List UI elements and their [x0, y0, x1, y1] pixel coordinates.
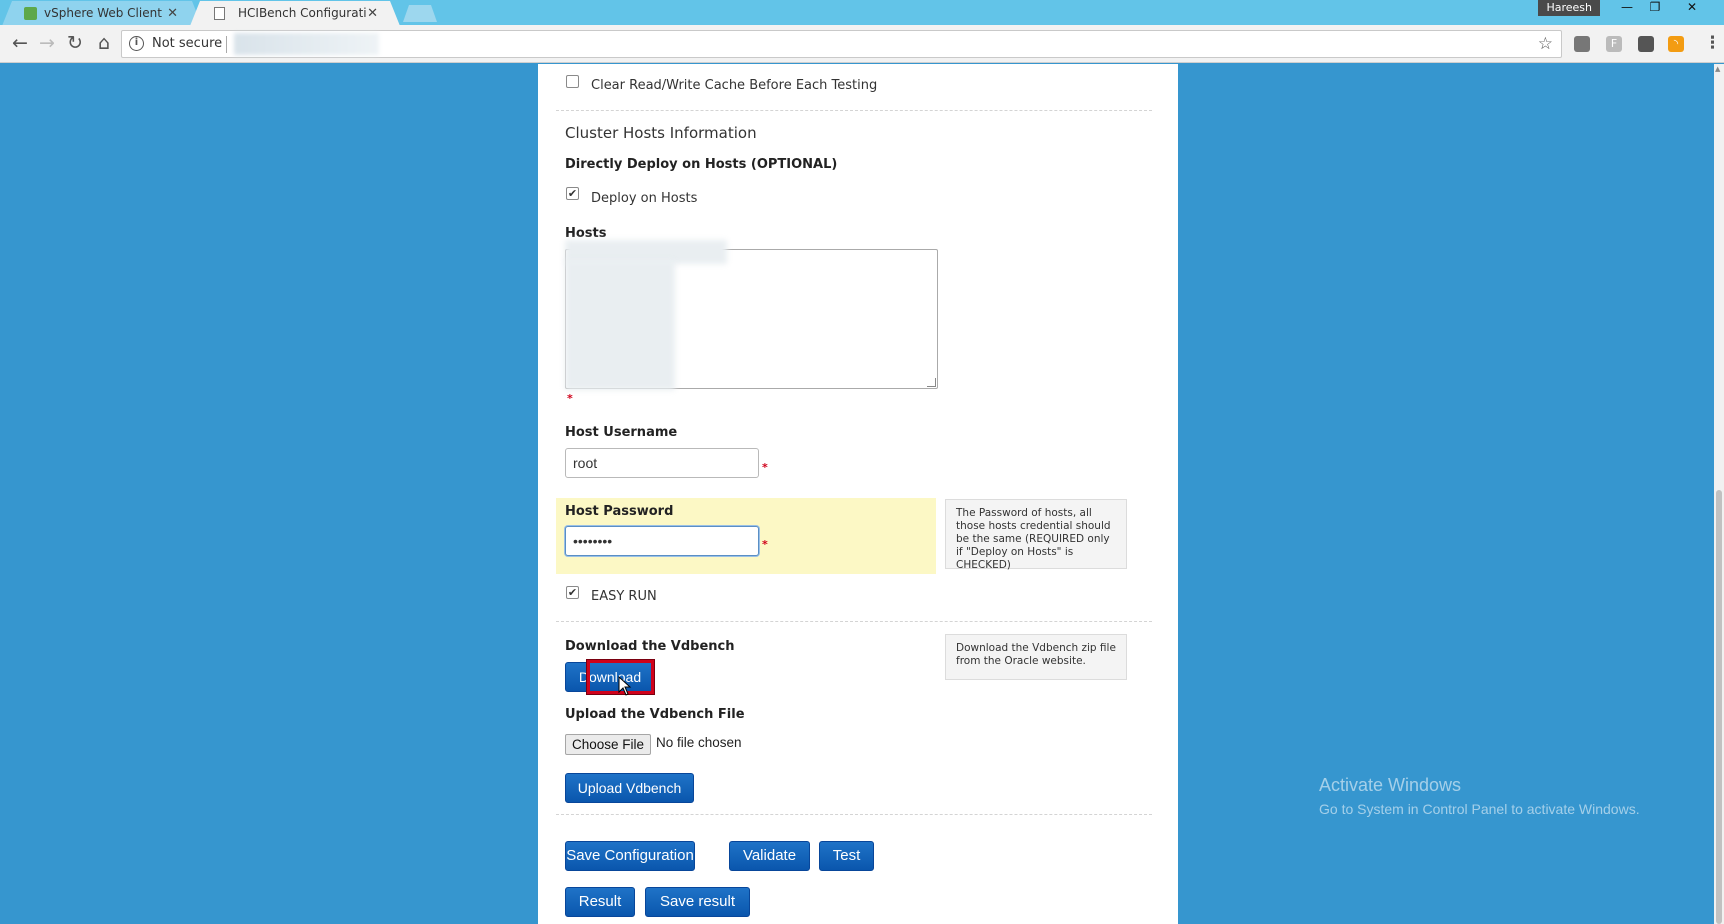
- upload-vdbench-label: Upload the Vdbench File: [565, 707, 745, 722]
- activate-windows-subtitle: Go to System in Control Panel to activat…: [1319, 801, 1640, 817]
- scrollbar-thumb[interactable]: [1716, 490, 1722, 924]
- clear-cache-checkbox[interactable]: [566, 75, 579, 88]
- security-status[interactable]: Not secure: [152, 36, 222, 51]
- required-marker: *: [762, 538, 768, 551]
- test-button[interactable]: Test: [819, 841, 874, 871]
- directly-deploy-heading: Directly Deploy on Hosts (OPTIONAL): [565, 157, 838, 172]
- browser-titlebar: vSphere Web Client ✕ HCIBench Configurat…: [0, 0, 1724, 26]
- easy-run-label: EASY RUN: [591, 589, 657, 604]
- divider: [556, 814, 1152, 815]
- rss-icon[interactable]: ◝: [1668, 36, 1684, 52]
- clear-cache-label: Clear Read/Write Cache Before Each Testi…: [591, 78, 878, 93]
- scroll-up-arrow-icon[interactable]: ▲: [1715, 65, 1720, 73]
- reload-icon[interactable]: ↻: [63, 32, 87, 56]
- deploy-on-hosts-checkbox[interactable]: ✔: [566, 187, 579, 200]
- kebab-menu-icon[interactable]: ⋮: [1704, 33, 1721, 53]
- page-viewport: Clear Read/Write Cache Before Each Testi…: [0, 64, 1724, 924]
- deploy-on-hosts-label: Deploy on Hosts: [591, 191, 698, 206]
- divider: [226, 36, 227, 53]
- hosts-label: Hosts: [565, 226, 607, 241]
- vsphere-favicon-icon: [24, 7, 37, 20]
- address-bar[interactable]: i Not secure ☆: [121, 30, 1562, 58]
- host-username-input[interactable]: root: [565, 448, 759, 478]
- bookmark-star-icon[interactable]: ☆: [1538, 34, 1553, 54]
- redacted-host-list: [565, 260, 675, 390]
- validate-button[interactable]: Validate: [729, 841, 810, 871]
- cluster-hosts-title: Cluster Hosts Information: [565, 124, 757, 142]
- resize-handle-icon[interactable]: [927, 378, 936, 387]
- file-status: No file chosen: [656, 735, 742, 750]
- required-marker: *: [762, 461, 768, 474]
- tab-label: vSphere Web Client: [44, 6, 162, 20]
- tab-label: HCIBench Configuration: [238, 6, 366, 20]
- forward-arrow-icon[interactable]: →: [35, 32, 59, 56]
- close-tab-icon[interactable]: ✕: [167, 2, 178, 25]
- host-password-input[interactable]: ••••••••: [565, 526, 759, 556]
- save-configuration-button[interactable]: Save Configuration: [565, 841, 695, 871]
- activate-windows-title: Activate Windows: [1319, 775, 1462, 795]
- host-password-help: The Password of hosts, all those hosts c…: [945, 499, 1127, 571]
- easy-run-checkbox[interactable]: ✔: [566, 586, 579, 599]
- result-button[interactable]: Result: [565, 887, 635, 917]
- redacted-url: [234, 33, 379, 55]
- info-icon[interactable]: i: [129, 36, 144, 51]
- upload-vdbench-button[interactable]: Upload Vdbench: [565, 773, 694, 803]
- close-tab-icon[interactable]: ✕: [367, 2, 378, 25]
- divider: [556, 110, 1152, 111]
- mouse-cursor-icon: [618, 676, 632, 696]
- host-username-label: Host Username: [565, 425, 678, 440]
- tab-vsphere-web-client[interactable]: vSphere Web Client ✕: [2, 1, 202, 26]
- divider: [556, 621, 1152, 622]
- minimize-icon[interactable]: —: [1614, 0, 1640, 16]
- configuration-panel: Clear Read/Write Cache Before Each Testi…: [538, 64, 1178, 924]
- choose-file-button[interactable]: Choose File: [565, 734, 651, 755]
- browser-toolbar: ← → ↻ ⌂ i Not secure ☆ F ◝ ⋮: [0, 25, 1724, 63]
- page-scrollbar[interactable]: ▲: [1714, 64, 1724, 924]
- home-icon[interactable]: ⌂: [92, 32, 116, 56]
- puzzle-extension-icon[interactable]: [1638, 36, 1654, 52]
- close-window-icon[interactable]: ✕: [1670, 0, 1714, 16]
- new-tab-button[interactable]: [403, 5, 437, 22]
- profile-name[interactable]: Hareesh: [1538, 0, 1600, 16]
- host-password-label: Host Password: [565, 504, 674, 519]
- required-marker: *: [567, 392, 573, 405]
- save-result-button[interactable]: Save result: [645, 887, 750, 917]
- page-favicon-icon: [214, 7, 225, 20]
- download-vdbench-label: Download the Vdbench: [565, 639, 735, 654]
- tab-hcibench-configuration[interactable]: HCIBench Configuration ✕: [190, 1, 400, 26]
- extension-icon[interactable]: [1574, 36, 1590, 52]
- maximize-icon[interactable]: ❐: [1642, 0, 1668, 16]
- extension-icon[interactable]: F: [1606, 36, 1622, 52]
- download-vdbench-help: Download the Vdbench zip file from the O…: [945, 634, 1127, 680]
- back-arrow-icon[interactable]: ←: [8, 32, 32, 56]
